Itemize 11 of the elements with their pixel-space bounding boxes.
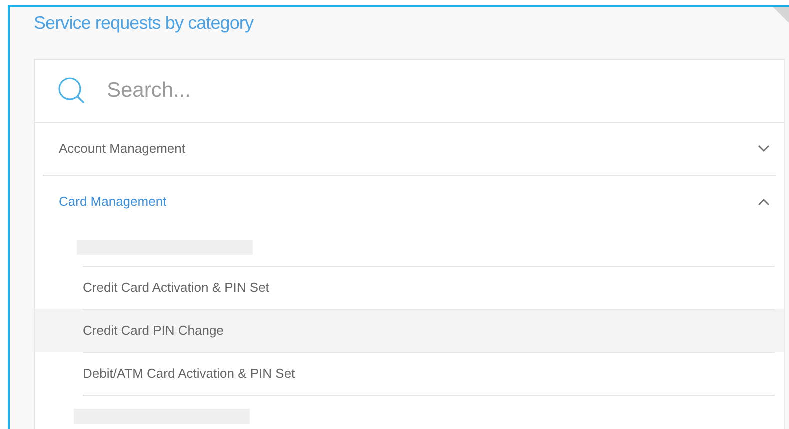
subcategory-item[interactable]: Credit Card PIN Change [35, 309, 784, 352]
corner-fold-icon [773, 7, 789, 23]
chevron-up-icon [758, 198, 770, 206]
category-label: Account Management [59, 140, 186, 158]
panel-title: Service requests by category [34, 12, 254, 35]
category-header[interactable]: Card Management [43, 175, 776, 227]
search-icon [57, 76, 87, 106]
category-label: Card Management [59, 192, 167, 211]
chevron-down-icon [758, 145, 770, 153]
search-field[interactable]: Search... [107, 75, 784, 107]
category-header[interactable]: Account Management [43, 123, 776, 175]
